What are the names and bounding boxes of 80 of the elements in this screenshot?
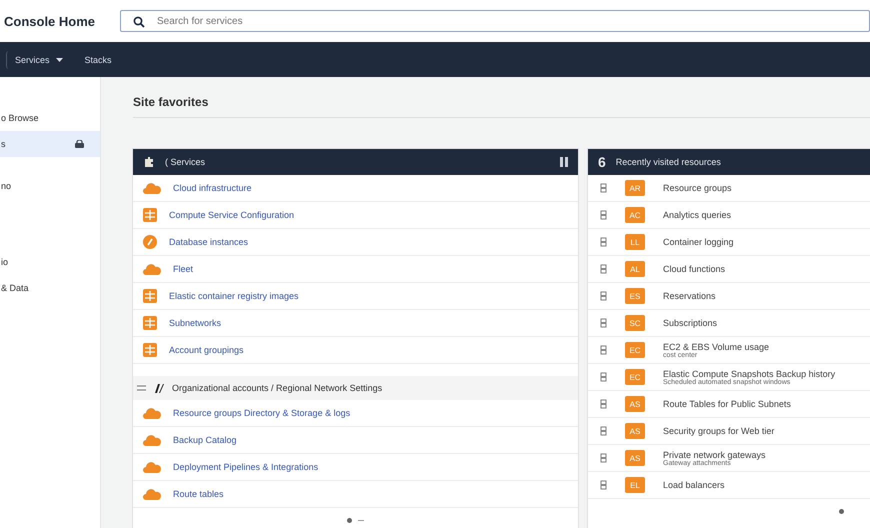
cloud-icon — [143, 434, 161, 446]
service-badge: LL — [625, 234, 645, 250]
resource-name[interactable]: EC2 & EBS Volume usage — [663, 342, 770, 352]
nav-menu-item[interactable]: Stacks — [76, 50, 120, 68]
resource-name[interactable]: Container logging — [663, 237, 734, 247]
drag-handle-icon[interactable] — [600, 264, 607, 274]
service-badge: AS — [625, 450, 645, 466]
cloud-icon — [143, 461, 161, 473]
resource-name[interactable]: Subscriptions — [663, 318, 718, 328]
service-badge: AS — [625, 396, 645, 412]
panel-title: ( Services — [165, 157, 206, 167]
service-link[interactable]: Subnetworks — [169, 318, 222, 328]
page-dot[interactable] — [347, 518, 352, 522]
lock-icon — [75, 140, 84, 148]
drag-handle-icon[interactable] — [600, 210, 607, 220]
grid-icon — [143, 289, 157, 303]
service-link[interactable]: Database instances — [169, 237, 248, 247]
console-title: Console Home — [4, 14, 96, 28]
drag-handle-icon[interactable] — [600, 426, 607, 436]
resource-name[interactable]: Reservations — [663, 291, 716, 301]
drag-handle-icon[interactable] — [600, 453, 607, 463]
service-badge: AS — [625, 423, 645, 439]
resource-name[interactable]: Load balancers — [663, 480, 725, 490]
sidebar-item[interactable]: no — [0, 173, 100, 199]
pencil-icon — [154, 384, 164, 392]
drag-handle-icon[interactable] — [600, 399, 607, 409]
sidebar-item[interactable]: io — [0, 249, 100, 275]
caret-icon — [56, 58, 63, 62]
puzzle-icon — [143, 156, 155, 168]
drag-handle-icon[interactable] — [600, 318, 607, 328]
page-title: Site favorites — [133, 95, 870, 118]
service-link[interactable]: Deployment Pipelines & Integrations — [173, 462, 318, 472]
drag-handle-icon[interactable] — [600, 183, 607, 193]
resource-name[interactable]: Resource groups — [663, 183, 732, 193]
service-link[interactable]: Compute Service Configuration — [169, 210, 294, 220]
drag-handle-icon[interactable] — [600, 480, 607, 490]
search-field[interactable]: Search for services — [120, 10, 870, 32]
drag-handle-icon[interactable] — [600, 345, 607, 355]
service-badge: ES — [625, 288, 645, 304]
sidebar-item[interactable]: o Browse — [0, 105, 100, 131]
service-link[interactable]: Resource groups Directory & Storage & logs — [173, 408, 350, 418]
service-link[interactable]: Account groupings — [169, 345, 244, 355]
service-badge: AC — [625, 207, 645, 223]
cloud-icon — [143, 407, 161, 419]
circle-icon — [143, 235, 157, 249]
cloud-icon — [143, 263, 161, 275]
page-dot[interactable] — [839, 508, 844, 514]
service-badge: SC — [625, 315, 645, 331]
panel-title: Recently visited resources — [616, 157, 722, 167]
service-badge: AR — [625, 180, 645, 196]
cloud-icon — [143, 488, 161, 500]
service-link[interactable]: Elastic container registry images — [169, 291, 299, 301]
resource-name[interactable]: Route Tables for Public Subnets — [663, 399, 791, 409]
service-link[interactable]: Route tables — [173, 489, 224, 499]
grid-icon — [143, 208, 157, 222]
drag-handle-icon[interactable] — [600, 291, 607, 301]
grid-icon — [143, 343, 157, 357]
drag-handle-icon[interactable] — [600, 372, 607, 382]
resource-name[interactable]: Private network gateways — [663, 450, 766, 460]
drag-icon[interactable] — [137, 385, 146, 391]
grid-icon — [143, 316, 157, 330]
pause-icon[interactable] — [560, 157, 568, 167]
service-link[interactable]: Fleet — [173, 264, 194, 274]
drag-handle-icon[interactable] — [600, 237, 607, 247]
cloud-icon — [143, 182, 161, 194]
service-badge: AL — [625, 261, 645, 277]
sidebar-item[interactable]: s — [0, 131, 100, 157]
sidebar-item[interactable]: & Data — [0, 275, 100, 301]
service-badge: EC — [625, 369, 645, 385]
resource-name[interactable]: Cloud functions — [663, 264, 726, 274]
nav-menu-item[interactable]: Services — [6, 50, 71, 68]
service-badge: EL — [625, 477, 645, 493]
resource-name[interactable]: Security groups for Web tier — [663, 426, 774, 436]
service-link[interactable]: Backup Catalog — [173, 435, 237, 445]
service-badge: EC — [625, 342, 645, 358]
resource-name[interactable]: Analytics queries — [663, 210, 732, 220]
group-title: Organizational accounts / Regional Network Settings — [172, 383, 382, 393]
resource-name[interactable]: Elastic Compute Snapshots Backup history — [663, 368, 836, 378]
count-label: 6 — [598, 154, 606, 170]
service-link[interactable]: Cloud infrastructure — [173, 183, 252, 193]
